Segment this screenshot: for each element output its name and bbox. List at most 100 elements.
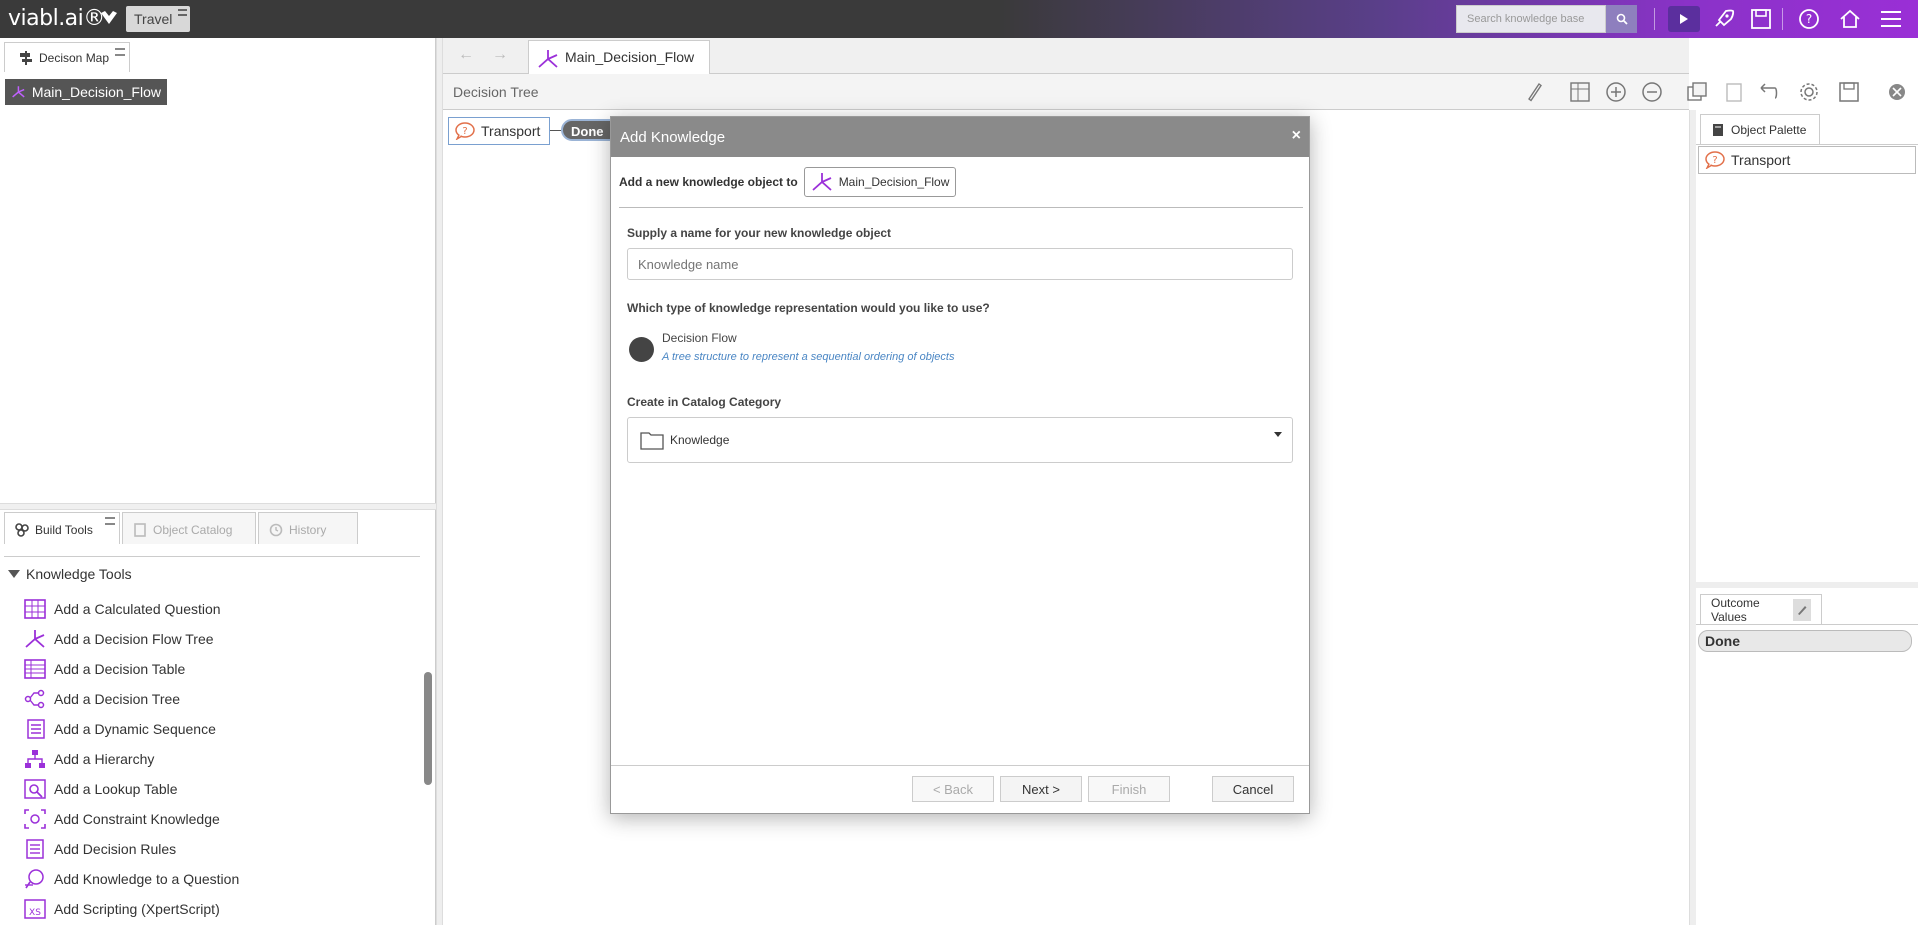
hierarchy-icon: [25, 750, 45, 768]
vertical-splitter[interactable]: [436, 38, 443, 925]
constraint-icon: [24, 809, 46, 829]
help-button[interactable]: ?: [1796, 7, 1822, 31]
zoom-in-button[interactable]: [1604, 81, 1628, 103]
tab-build-tools[interactable]: Build Tools: [4, 512, 120, 544]
run-button[interactable]: [1668, 6, 1700, 32]
tool-label: Add a Decision Table: [54, 661, 186, 677]
tool-add-dynamic-sequence[interactable]: Add a Dynamic Sequence: [24, 714, 404, 744]
edit-button[interactable]: [1523, 81, 1547, 103]
divider: [619, 207, 1303, 208]
decision-flow-radio[interactable]: [629, 337, 654, 362]
tab-object-catalog[interactable]: Object Catalog: [122, 512, 256, 544]
paste-button[interactable]: [1722, 81, 1746, 103]
tool-label: Add a Dynamic Sequence: [54, 721, 216, 737]
add-to-target-label: Main_Decision_Flow: [838, 175, 950, 189]
knowledge-base-select[interactable]: Travel: [126, 6, 190, 32]
svg-text:?: ?: [462, 126, 467, 137]
tab-decision-map[interactable]: Decison Map: [4, 42, 130, 72]
tool-add-decision-table[interactable]: Add a Decision Table: [24, 654, 404, 684]
save-button[interactable]: [1748, 7, 1774, 31]
zoom-out-button[interactable]: [1640, 81, 1664, 103]
back-button[interactable]: < Back: [912, 776, 994, 802]
tree-item-label: Main_Decision_Flow: [31, 84, 161, 100]
svg-text:?: ?: [1806, 12, 1812, 26]
chevron-down-icon: [1274, 432, 1282, 437]
next-button[interactable]: Next >: [1000, 776, 1082, 802]
svg-text:?: ?: [1712, 155, 1717, 166]
back-arrow-icon[interactable]: ←: [458, 46, 474, 64]
palette-item-transport[interactable]: ? Transport: [1698, 146, 1916, 174]
undo-button[interactable]: [1756, 81, 1780, 103]
tool-add-lookup-table[interactable]: Add a Lookup Table: [24, 774, 404, 804]
help-icon: ?: [1799, 9, 1819, 29]
finish-button[interactable]: Finish: [1088, 776, 1170, 802]
category-label: Create in Catalog Category: [627, 395, 782, 409]
search-icon: [1616, 13, 1628, 25]
edit-outcome-button[interactable]: [1792, 598, 1811, 621]
home-button[interactable]: [1837, 7, 1863, 31]
doc-tab-main-decision-flow[interactable]: Main_Decision_Flow: [528, 40, 710, 74]
main-menu-button[interactable]: [1878, 7, 1904, 31]
tab-outcome-values[interactable]: Outcome Values: [1700, 594, 1822, 624]
tool-add-decision-flow-tree[interactable]: Add a Decision Flow Tree: [24, 624, 404, 654]
pencil-icon: [1797, 605, 1807, 615]
logo-heart-icon: [101, 11, 117, 24]
settings-button[interactable]: [1797, 81, 1821, 103]
palette-item-label: Transport: [1731, 152, 1791, 168]
tool-add-hierarchy[interactable]: Add a Hierarchy: [24, 744, 404, 774]
outcome-done[interactable]: Done: [1698, 630, 1912, 652]
tab-label: History: [289, 523, 327, 537]
dialog-close-button[interactable]: ×: [1292, 127, 1301, 145]
knowledge-base-name: Travel: [134, 11, 173, 27]
right-splitter[interactable]: [1689, 110, 1696, 925]
horizontal-splitter[interactable]: [0, 503, 436, 510]
knowledge-tools-header[interactable]: Knowledge Tools: [8, 566, 132, 582]
tool-add-decision-rules[interactable]: Add Decision Rules: [24, 834, 404, 864]
question-icon: ?: [1705, 151, 1725, 169]
tool-add-knowledge-to-question[interactable]: Add Knowledge to a Question: [24, 864, 404, 894]
deploy-button[interactable]: [1711, 7, 1737, 31]
tool-label: Add a Decision Tree: [54, 691, 181, 707]
collapse-triangle-icon: [8, 570, 20, 578]
separator: [1654, 8, 1655, 30]
tool-add-decision-tree[interactable]: Add a Decision Tree: [24, 684, 404, 714]
right-panel: Object Palette ? Transport Outcome Value…: [1696, 110, 1918, 925]
catalog-category-select[interactable]: Knowledge: [627, 417, 1293, 463]
cancel-button[interactable]: Cancel: [1212, 776, 1294, 802]
close-doc-button[interactable]: [1885, 81, 1909, 103]
tools-scrollbar[interactable]: [424, 672, 432, 785]
layout-button[interactable]: [1568, 81, 1592, 103]
gear-icon: [1800, 83, 1818, 101]
decision-table-icon: [24, 659, 46, 679]
tool-add-constraint-knowledge[interactable]: Add Constraint Knowledge: [24, 804, 404, 834]
tab-history[interactable]: History: [258, 512, 358, 544]
search-input[interactable]: Search knowledge base: [1456, 5, 1606, 33]
menu-mini-icon[interactable]: [115, 48, 125, 56]
copy-button[interactable]: [1685, 81, 1709, 103]
tool-add-scripting[interactable]: XS Add Scripting (XpertScript): [24, 894, 404, 924]
search-button[interactable]: [1606, 5, 1637, 33]
node-transport[interactable]: ? Transport: [448, 117, 550, 145]
knowledge-name-input[interactable]: [627, 248, 1293, 280]
tool-label: Add a Hierarchy: [54, 751, 155, 767]
divider: [1696, 582, 1918, 588]
calculated-question-icon: [24, 599, 46, 619]
save-doc-button[interactable]: [1837, 81, 1861, 103]
history-icon: [269, 523, 283, 537]
decision-tree-icon: [24, 689, 45, 709]
question-icon: ?: [455, 122, 475, 140]
menu-mini-icon[interactable]: [105, 517, 115, 525]
tab-object-palette[interactable]: Object Palette: [1700, 114, 1820, 144]
build-tools-panel: Build Tools Object Catalog History Knowl…: [0, 510, 436, 925]
pencil-icon: [1528, 82, 1542, 102]
folder-icon: [640, 432, 664, 450]
tool-label: Add Scripting (XpertScript): [54, 901, 220, 917]
type-option-title[interactable]: Decision Flow: [662, 331, 737, 345]
tab-label: Object Palette: [1731, 122, 1807, 137]
document-tabs-bar: ← → Main_Decision_Flow: [443, 38, 1689, 74]
forward-arrow-icon[interactable]: →: [492, 46, 508, 64]
tree-item-main-decision-flow[interactable]: Main_Decision_Flow: [5, 79, 167, 105]
add-knowledge-dialog: Add Knowledge × Add a new knowledge obje…: [610, 116, 1310, 814]
tool-add-calculated-question[interactable]: Add a Calculated Question: [24, 594, 404, 624]
svg-text:XS: XS: [29, 908, 41, 918]
